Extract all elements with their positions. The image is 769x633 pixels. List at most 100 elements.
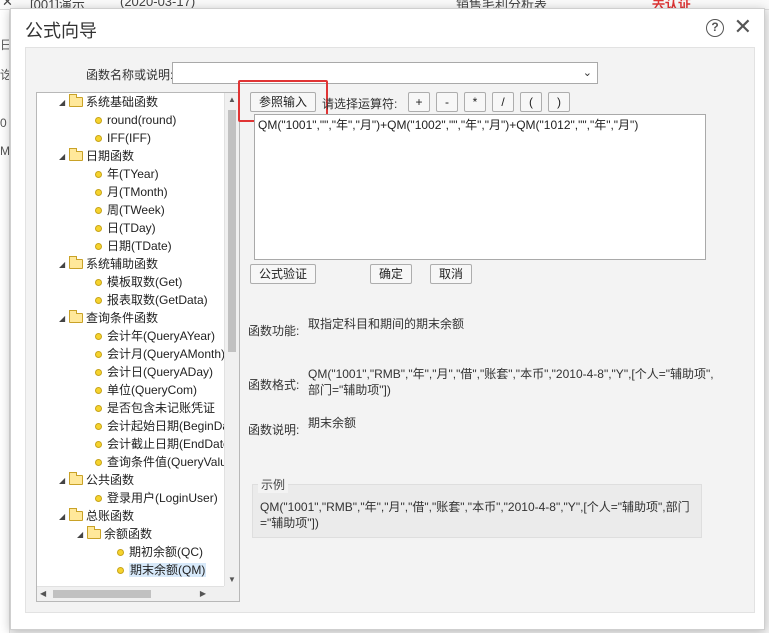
expand-toggle-icon[interactable]: ◢ <box>59 508 69 526</box>
function-name-label: 函数名称或说明: <box>86 68 174 82</box>
example-title: 示例 <box>258 476 289 493</box>
tree-item-label: 年(TYear) <box>107 167 159 181</box>
tree-item-label: 周(TWeek) <box>107 203 165 217</box>
function-dot-icon <box>117 549 124 556</box>
expand-toggle-icon[interactable]: ◢ <box>59 310 69 328</box>
background-left-strip: 日 讫 0 M <box>0 10 10 633</box>
scroll-down-icon[interactable]: ▼ <box>228 575 236 584</box>
scroll-left-icon[interactable]: ◀ <box>40 589 46 598</box>
tree-leaf-item[interactable]: 是否包含未记账凭证 <box>95 399 215 417</box>
tree-item-label: 会计截止日期(EndDate) <box>107 437 234 451</box>
tree-leaf-item[interactable]: 模板取数(Get) <box>95 273 182 291</box>
tree-folder-item[interactable]: ◢ 系统基础函数 <box>59 93 158 111</box>
folder-icon <box>69 94 83 107</box>
tree-leaf-item[interactable]: 期末余额(QM) <box>117 561 207 579</box>
tree-leaf-item[interactable]: IFF(IFF) <box>95 129 151 147</box>
function-dot-icon <box>95 351 102 358</box>
expand-toggle-icon[interactable]: ◢ <box>77 526 87 544</box>
tree-folder-item[interactable]: ◢ 公共函数 <box>59 471 134 489</box>
tree-leaf-item[interactable]: 会计起始日期(BeginDate) <box>95 417 240 435</box>
folder-icon <box>69 148 83 161</box>
tree-item-label: 月(TMonth) <box>107 185 168 199</box>
expand-toggle-icon[interactable]: ◢ <box>59 472 69 490</box>
tree-item-label: 余额函数 <box>104 527 153 541</box>
function-name-select[interactable]: ⌄ <box>172 62 598 84</box>
cancel-button[interactable]: 取消 <box>430 264 473 284</box>
tree-folder-item[interactable]: ◢ 查询条件函数 <box>59 309 158 327</box>
scroll-thumb[interactable] <box>53 590 151 598</box>
tree-folder-item[interactable]: ◢ 系统辅助函数 <box>59 255 158 273</box>
scroll-right-icon[interactable]: ▶ <box>200 589 206 598</box>
tree-item-label: 是否包含未记账凭证 <box>107 401 216 415</box>
formula-wizard-dialog: 公式向导 ? ✕ 函数名称或说明: ⌄ ◢ 系统基础函数 round(round) I… <box>10 8 765 630</box>
tree-item-label: 日(TDay) <box>107 221 156 235</box>
tree-item-label: 会计起始日期(BeginDate) <box>107 419 240 433</box>
tree-leaf-item[interactable]: 报表取数(GetData) <box>95 291 208 309</box>
tree-leaf-item[interactable]: 周(TWeek) <box>95 201 165 219</box>
folder-icon <box>69 310 83 323</box>
tree-folder-item[interactable]: ◢ 总账函数 <box>59 507 134 525</box>
dialog-title: 公式向导 <box>25 21 97 41</box>
function-dot-icon <box>95 441 102 448</box>
tree-leaf-item[interactable]: 日期(TDate) <box>95 237 172 255</box>
close-icon[interactable]: ✕ <box>734 14 752 40</box>
tree-leaf-item[interactable]: 会计月(QueryAMonth) <box>95 345 225 363</box>
tree-folder-item[interactable]: ◢ 余额函数 <box>77 525 152 543</box>
tree-leaf-item[interactable]: 年(TYear) <box>95 165 159 183</box>
tree-item-label: 系统辅助函数 <box>86 257 159 271</box>
function-desc-value: 期末余额 <box>308 416 357 430</box>
function-dot-icon <box>95 243 102 250</box>
tree-leaf-item[interactable]: 月(TMonth) <box>95 183 168 201</box>
tree-item-label: 总账函数 <box>86 509 135 523</box>
tree-folder-item[interactable]: ◢ 日期函数 <box>59 147 134 165</box>
function-dot-icon <box>95 117 102 124</box>
function-dot-icon <box>95 207 102 214</box>
folder-icon <box>87 526 101 539</box>
bg-left-label: 0 <box>0 116 7 130</box>
function-dot-icon <box>95 171 102 178</box>
tree-horizontal-scrollbar[interactable]: ◀ ▶ <box>37 586 226 601</box>
function-dot-icon <box>95 279 102 286</box>
function-dot-icon <box>95 495 102 502</box>
tree-item-label: 查询条件函数 <box>86 311 159 325</box>
bg-left-label: 日 <box>0 36 9 53</box>
operator-rparen-button[interactable]: ) <box>548 92 570 112</box>
operator-plus-button[interactable]: + <box>408 92 430 112</box>
tree-item-label: 系统基础函数 <box>86 95 159 109</box>
operators-label: 请选择运算符: <box>322 97 398 111</box>
tree-leaf-item[interactable]: 查询条件值(QueryValue) <box>95 453 237 471</box>
function-desc-label: 函数说明: <box>248 423 300 437</box>
operator-lparen-button[interactable]: ( <box>520 92 542 112</box>
tree-item-label: 查询条件值(QueryValue) <box>107 455 238 469</box>
tree-leaf-item[interactable]: 登录用户(LoginUser) <box>95 489 218 507</box>
scroll-up-icon[interactable]: ▲ <box>228 95 236 104</box>
operator-divide-button[interactable]: / <box>492 92 514 112</box>
scroll-thumb[interactable] <box>228 110 236 352</box>
tree-vertical-scrollbar[interactable]: ▲ ▼ <box>224 93 239 586</box>
function-format-label: 函数格式: <box>248 378 300 392</box>
help-icon[interactable]: ? <box>706 19 724 37</box>
expand-toggle-icon[interactable]: ◢ <box>59 256 69 274</box>
tree-leaf-item[interactable]: 会计年(QueryAYear) <box>95 327 215 345</box>
function-format-value: QM("1001","RMB","年","月","借","账套","本币","2… <box>308 367 714 397</box>
tree-leaf-item[interactable]: 会计日(QueryADay) <box>95 363 213 381</box>
expand-toggle-icon[interactable]: ◢ <box>59 94 69 112</box>
tree-leaf-item[interactable]: 日(TDay) <box>95 219 156 237</box>
ok-button[interactable]: 确定 <box>370 264 413 284</box>
tree-leaf-item[interactable]: 会计截止日期(EndDate) <box>95 435 234 453</box>
tree-leaf-item[interactable]: 单位(QueryCom) <box>95 381 197 399</box>
operator-multiply-button[interactable]: * <box>464 92 486 112</box>
operator-minus-button[interactable]: - <box>436 92 458 112</box>
chevron-down-icon[interactable]: ⌄ <box>583 66 592 79</box>
tree-item-label: 登录用户(LoginUser) <box>107 491 218 505</box>
verify-formula-button[interactable]: 公式验证 <box>250 264 317 284</box>
tree-item-label: 公共函数 <box>86 473 135 487</box>
tree-leaf-item[interactable]: 期初余额(QC) <box>117 543 203 561</box>
folder-icon <box>69 256 83 269</box>
folder-icon <box>69 472 83 485</box>
expand-toggle-icon[interactable]: ◢ <box>59 148 69 166</box>
tree-leaf-item[interactable]: round(round) <box>95 111 176 129</box>
formula-editor[interactable]: QM("1001","","年","月")+QM("1002","","年","… <box>254 114 706 260</box>
function-tree: ◢ 系统基础函数 round(round) IFF(IFF) ◢ 日期函数年(TYear)… <box>36 92 240 602</box>
function-dot-icon <box>95 333 102 340</box>
